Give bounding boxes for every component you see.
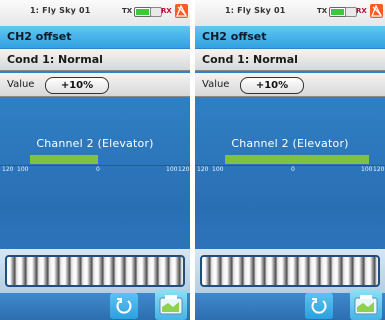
value-label: Value [202,79,230,90]
tx-label: TX [317,7,328,15]
signal-warning-icon [175,4,188,18]
back-button[interactable] [110,293,138,319]
model-name: 1: Fly Sky 01 [225,6,286,15]
scale-tick: 0 [96,166,100,173]
signal-warning-icon [370,4,383,18]
scale-tick: 0 [291,166,295,173]
page-title: CH2 offset [195,26,385,48]
value-field[interactable]: +10% [240,77,304,94]
scale-tick: 120 [197,166,209,173]
channel-bar [225,155,375,164]
channel-label: Channel 2 (Elevator) [36,137,154,150]
save-icon [354,295,378,315]
status-bar: 1: Fly Sky 01 TX RX [0,0,190,26]
value-label: Value [7,79,35,90]
page-title: CH2 offset [0,26,190,48]
scale-tick: 120 [2,166,14,173]
condition-row[interactable]: Cond 1: Normal [0,49,190,71]
channel-bar-fill [30,155,98,164]
screen-left: 1: Fly Sky 01 TX RX CH2 offset Cond 1: N… [0,0,190,320]
scale-tick: 100 [166,166,178,173]
value-row[interactable]: Value +10% [0,73,190,97]
scale-tick: 100 [17,166,29,173]
scale-tick: 100 [212,166,224,173]
scale-tick: 100 [361,166,373,173]
back-arrow-icon [311,298,327,314]
scale-line [195,165,385,166]
scale-tick: 120 [178,166,190,173]
screen-right: 1: Fly Sky 01 TX RX CH2 offset Cond 1: N… [195,0,385,320]
rx-label: RX [161,7,172,15]
scale-line [0,165,190,166]
channel-bar-fill [225,155,369,164]
channel-label: Channel 2 (Elevator) [231,137,349,150]
save-icon [159,295,183,315]
condition-row[interactable]: Cond 1: Normal [195,49,385,71]
model-name: 1: Fly Sky 01 [30,6,91,15]
save-button[interactable] [350,290,382,320]
rx-label: RX [356,7,367,15]
value-row[interactable]: Value +10% [195,73,385,97]
value-slider[interactable] [5,255,185,287]
back-button[interactable] [305,293,333,319]
tx-label: TX [122,7,133,15]
channel-bar [30,155,180,164]
save-button[interactable] [155,290,187,320]
scale-tick: 120 [373,166,385,173]
value-slider[interactable] [200,255,380,287]
back-arrow-icon [116,298,132,314]
status-bar: 1: Fly Sky 01 TX RX [195,0,385,26]
value-field[interactable]: +10% [45,77,109,94]
